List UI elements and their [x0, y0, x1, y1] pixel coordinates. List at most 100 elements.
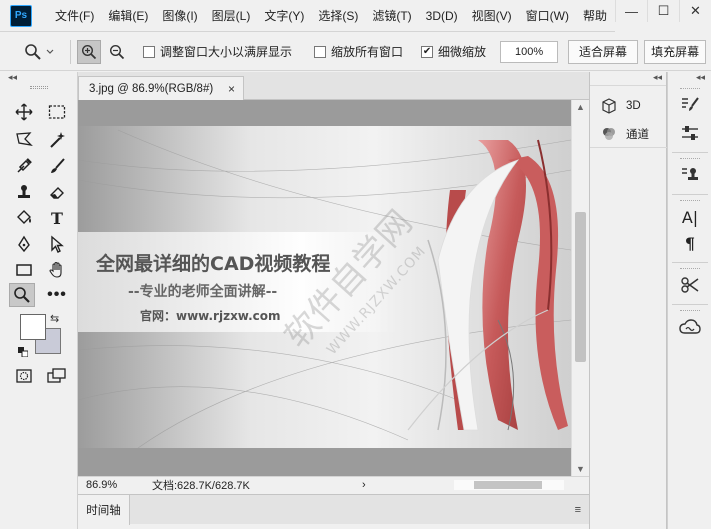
panel-grip[interactable] — [680, 268, 700, 271]
pen-tool[interactable] — [11, 232, 37, 256]
character-panel-icon[interactable]: A| — [678, 206, 702, 228]
divider — [590, 147, 668, 148]
scroll-thumb[interactable] — [474, 481, 542, 489]
stamp-tool[interactable] — [11, 180, 37, 204]
paragraph-icon[interactable]: ¶ — [678, 232, 702, 254]
menu-help[interactable]: 帮助 — [576, 0, 614, 32]
hand-tool[interactable] — [44, 258, 70, 282]
panel-grip[interactable] — [680, 310, 700, 313]
type-tool[interactable]: T — [44, 206, 70, 230]
tool-preset-picker[interactable] — [24, 43, 64, 61]
resize-windows-checkbox[interactable]: 调整窗口大小以满屏显示 — [143, 43, 292, 60]
zoom-all-windows-checkbox[interactable]: 缩放所有窗口 — [314, 43, 403, 60]
foreground-color-swatch[interactable] — [20, 314, 46, 340]
status-menu-arrow[interactable]: › — [362, 479, 382, 491]
zoom-out-button[interactable] — [105, 40, 129, 64]
panel-3d-button[interactable]: 3D — [600, 96, 641, 116]
window-controls: — ☐ ✕ — [615, 0, 711, 32]
divider — [672, 194, 708, 195]
vertical-scrollbar[interactable]: ▲ ▼ — [571, 100, 589, 476]
magic-wand-icon — [50, 132, 65, 148]
minimize-button[interactable]: — — [615, 0, 647, 22]
panel-channels-button[interactable]: 通道 — [600, 124, 649, 144]
zoom-magnifier-icon — [25, 43, 41, 60]
panel-grip[interactable] — [30, 86, 48, 89]
close-button[interactable]: ✕ — [679, 0, 711, 22]
panel-grip[interactable] — [680, 200, 700, 203]
zoom-in-icon — [81, 44, 97, 59]
status-zoom[interactable]: 86.9% — [86, 479, 152, 491]
scrubby-zoom-label: 细微缩放 — [438, 45, 487, 59]
tool-presets-icon[interactable] — [678, 274, 702, 296]
brush-settings-icon[interactable] — [678, 94, 702, 116]
horizontal-scrollbar[interactable] — [454, 480, 564, 490]
zoom-in-button[interactable] — [77, 39, 101, 64]
brush-tool[interactable] — [44, 154, 70, 178]
swap-colors-icon[interactable]: ⇆ — [50, 312, 59, 325]
divider — [672, 152, 708, 153]
close-tab-icon[interactable]: × — [228, 82, 235, 96]
options-bar: 调整窗口大小以满屏显示 缩放所有窗口 ✔ 细微缩放 100% 适合屏幕 填充屏幕 — [0, 33, 711, 71]
menu-type[interactable]: 文字(Y) — [257, 0, 311, 32]
paint-bucket-tool[interactable] — [11, 206, 37, 230]
fill-screen-button[interactable]: 填充屏幕 — [644, 39, 707, 64]
path-selection-tool[interactable] — [44, 232, 70, 256]
timeline-panel: 时间轴 ≡ — [78, 494, 589, 525]
zoom-all-windows-label: 缩放所有窗口 — [331, 45, 404, 59]
menu-filter[interactable]: 滤镜(T) — [365, 0, 418, 32]
collapsed-panel-dock: ◂◂ 3D 通道 — [589, 72, 668, 529]
zoom-tool[interactable] — [9, 283, 35, 307]
menu-layer[interactable]: 图层(L) — [205, 0, 258, 32]
collapse-panel-icon[interactable]: ◂◂ — [8, 72, 17, 83]
screen-mode-button[interactable] — [44, 364, 70, 388]
marquee-tool[interactable] — [44, 100, 70, 124]
menu-select[interactable]: 选择(S) — [311, 0, 365, 32]
hand-icon — [49, 261, 62, 278]
menu-view[interactable]: 视图(V) — [465, 0, 519, 32]
divider — [672, 304, 708, 305]
collapse-panel-icon[interactable]: ◂◂ — [668, 72, 711, 86]
rectangle-tool[interactable] — [11, 258, 37, 282]
panel-menu-icon[interactable]: ≡ — [575, 504, 581, 516]
scroll-thumb[interactable] — [575, 212, 586, 362]
menu-edit[interactable]: 编辑(E) — [101, 0, 155, 32]
status-doc-size: 文档:628.7K/628.7K — [152, 479, 250, 492]
creative-cloud-libraries-icon[interactable] — [678, 316, 702, 338]
timeline-tab[interactable]: 时间轴 — [78, 495, 130, 525]
move-tool[interactable] — [11, 100, 37, 124]
lasso-tool[interactable] — [11, 128, 37, 152]
eyedropper-tool[interactable] — [11, 154, 37, 178]
scroll-up-icon[interactable]: ▲ — [576, 102, 585, 112]
scrubby-zoom-checkbox[interactable]: ✔ 细微缩放 — [421, 43, 486, 60]
panel-grip[interactable] — [680, 88, 700, 91]
maximize-button[interactable]: ☐ — [647, 0, 679, 22]
type-icon: T — [51, 208, 63, 228]
quick-mask-button[interactable] — [11, 364, 37, 388]
canvas-area[interactable]: 全网最详细的CAD视频教程 --专业的老师全面讲解-- 官网：www.rjzxw… — [78, 100, 571, 476]
menu-file[interactable]: 文件(F) — [48, 0, 101, 32]
resize-windows-label: 调整窗口大小以满屏显示 — [160, 45, 293, 59]
menu-window[interactable]: 窗口(W) — [519, 0, 576, 32]
scroll-down-icon[interactable]: ▼ — [576, 464, 585, 474]
checkmark-icon: ✔ — [421, 45, 434, 58]
document-tab-title: 3.jpg @ 86.9%(RGB/8#) — [89, 82, 214, 95]
eraser-icon — [50, 187, 64, 199]
document-tab[interactable]: 3.jpg @ 86.9%(RGB/8#) × — [78, 76, 244, 100]
clone-source-icon[interactable] — [678, 164, 702, 186]
panel-3d-label: 3D — [626, 100, 641, 112]
edit-toolbar-button[interactable]: ••• — [44, 283, 70, 307]
magic-wand-tool[interactable] — [44, 128, 70, 152]
collapse-panel-icon[interactable]: ◂◂ — [590, 72, 666, 86]
default-colors-icon[interactable] — [18, 346, 29, 358]
zoom-out-icon — [109, 44, 125, 59]
eraser-tool[interactable] — [44, 180, 70, 204]
panel-grip[interactable] — [680, 158, 700, 161]
checkbox-box — [314, 45, 327, 58]
adjustments-icon[interactable] — [678, 122, 702, 144]
fit-screen-button[interactable]: 适合屏幕 — [568, 39, 639, 64]
menu-3d[interactable]: 3D(D) — [419, 0, 465, 32]
menu-image[interactable]: 图像(I) — [155, 0, 204, 32]
status-bar: 86.9% 文档:628.7K/628.7K › — [78, 476, 589, 492]
zoom-percent-field[interactable]: 100% — [500, 40, 559, 63]
3d-cube-icon — [600, 97, 618, 115]
